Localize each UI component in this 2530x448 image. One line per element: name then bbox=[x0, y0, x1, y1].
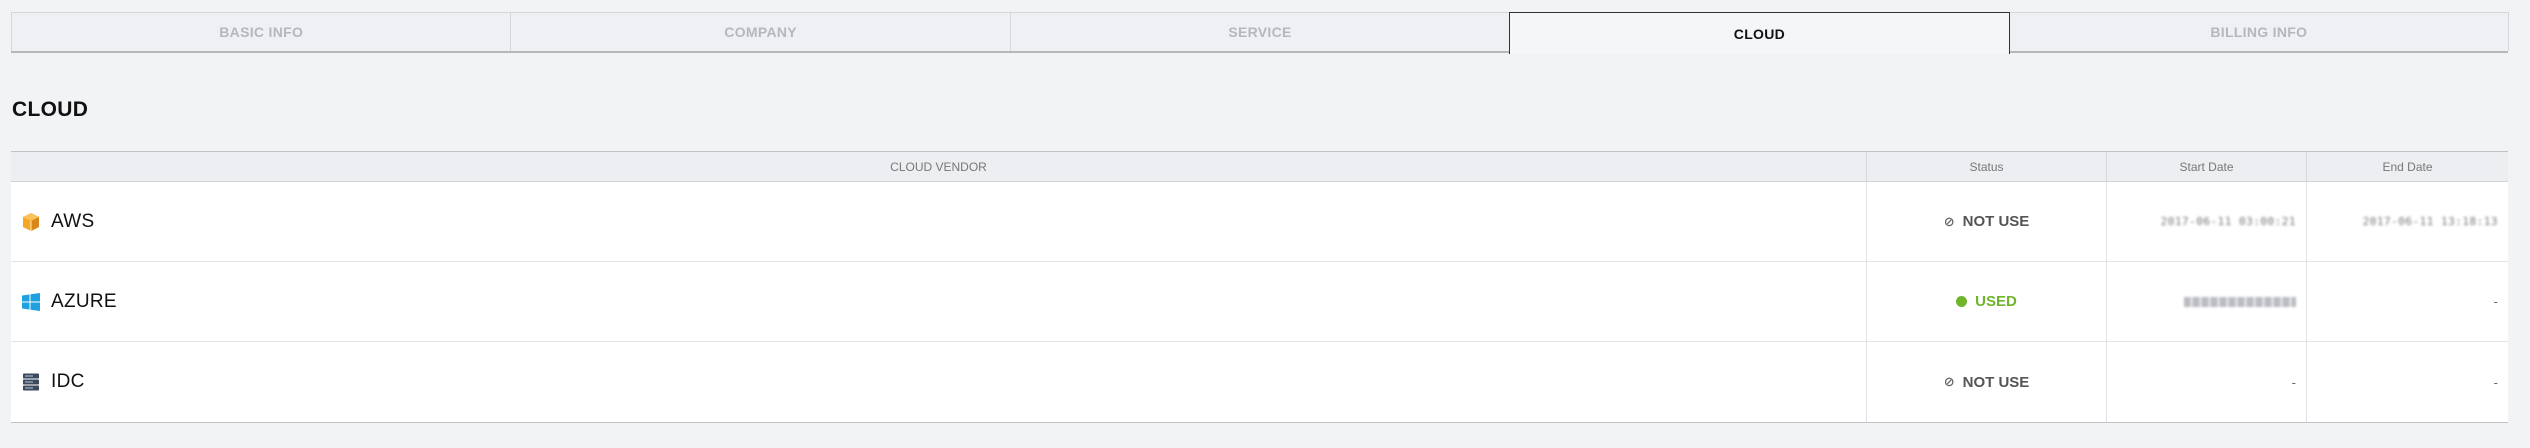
section-title: CLOUD bbox=[12, 98, 89, 121]
table-row[interactable]: AWS ⊘ NOT USE 2017-06-11 03:00:21 2017-0… bbox=[11, 182, 2508, 262]
start-date-redacted bbox=[2184, 296, 2296, 307]
table-row[interactable]: AZURE USED - bbox=[11, 262, 2508, 342]
vendor-name: IDC bbox=[51, 371, 85, 392]
used-dot-icon bbox=[1956, 296, 1968, 307]
tab-cloud[interactable]: CLOUD bbox=[1509, 12, 2010, 54]
status-cell: USED bbox=[1867, 262, 2107, 341]
start-date: - bbox=[2291, 374, 2296, 390]
table-row[interactable]: IDC ⊘ NOT USE - - bbox=[11, 342, 2508, 422]
not-use-icon: ⊘ bbox=[1943, 374, 1955, 389]
end-date: - bbox=[2493, 374, 2498, 390]
start-date-cell: 2017-06-11 03:00:21 bbox=[2107, 182, 2307, 261]
header-end-date: End Date bbox=[2382, 159, 2433, 174]
start-date-cell: - bbox=[2107, 342, 2307, 422]
status-text: NOT USE bbox=[1962, 213, 2030, 230]
status-cell: ⊘ NOT USE bbox=[1867, 182, 2107, 261]
cloud-table: CLOUD VENDOR Status Start Date End Date … bbox=[11, 151, 2508, 423]
tab-bar: BASIC INFO COMPANY SERVICE CLOUD BILLING… bbox=[11, 12, 2510, 54]
windows-icon bbox=[21, 292, 41, 312]
tab-company[interactable]: COMPANY bbox=[510, 12, 1011, 51]
vendor-name: AWS bbox=[51, 210, 95, 232]
vendor-name: AZURE bbox=[51, 290, 117, 312]
start-date-cell bbox=[2107, 262, 2307, 341]
start-date: 2017-06-11 03:00:21 bbox=[2160, 215, 2296, 228]
not-use-icon: ⊘ bbox=[1943, 213, 1955, 229]
status-text: USED bbox=[1975, 293, 2017, 310]
tab-basic-info[interactable]: BASIC INFO bbox=[11, 12, 512, 51]
status-cell: ⊘ NOT USE bbox=[1867, 342, 2107, 422]
end-date: 2017-06-11 13:18:13 bbox=[2362, 215, 2498, 228]
header-start-date: Start Date bbox=[2107, 152, 2307, 181]
end-date: - bbox=[2493, 294, 2498, 309]
table-header: CLOUD VENDOR Status Start Date End Date bbox=[11, 152, 2508, 182]
vendor-cell: IDC bbox=[11, 342, 1867, 422]
vendor-cell: AZURE bbox=[11, 262, 1867, 341]
header-status: Status bbox=[1867, 152, 2107, 181]
end-date-cell: - bbox=[2307, 342, 2508, 422]
end-date-cell: 2017-06-11 13:18:13 bbox=[2307, 182, 2508, 261]
status-text: NOT USE bbox=[1962, 373, 2030, 391]
tab-billing-info[interactable]: BILLING INFO bbox=[2008, 12, 2510, 51]
header-cloud-vendor: CLOUD VENDOR bbox=[11, 152, 1867, 181]
vendor-cell: AWS bbox=[11, 182, 1867, 261]
server-icon bbox=[21, 372, 41, 392]
aws-box-icon bbox=[21, 212, 41, 232]
tab-service[interactable]: SERVICE bbox=[1009, 12, 1511, 51]
end-date-cell: - bbox=[2307, 262, 2508, 341]
